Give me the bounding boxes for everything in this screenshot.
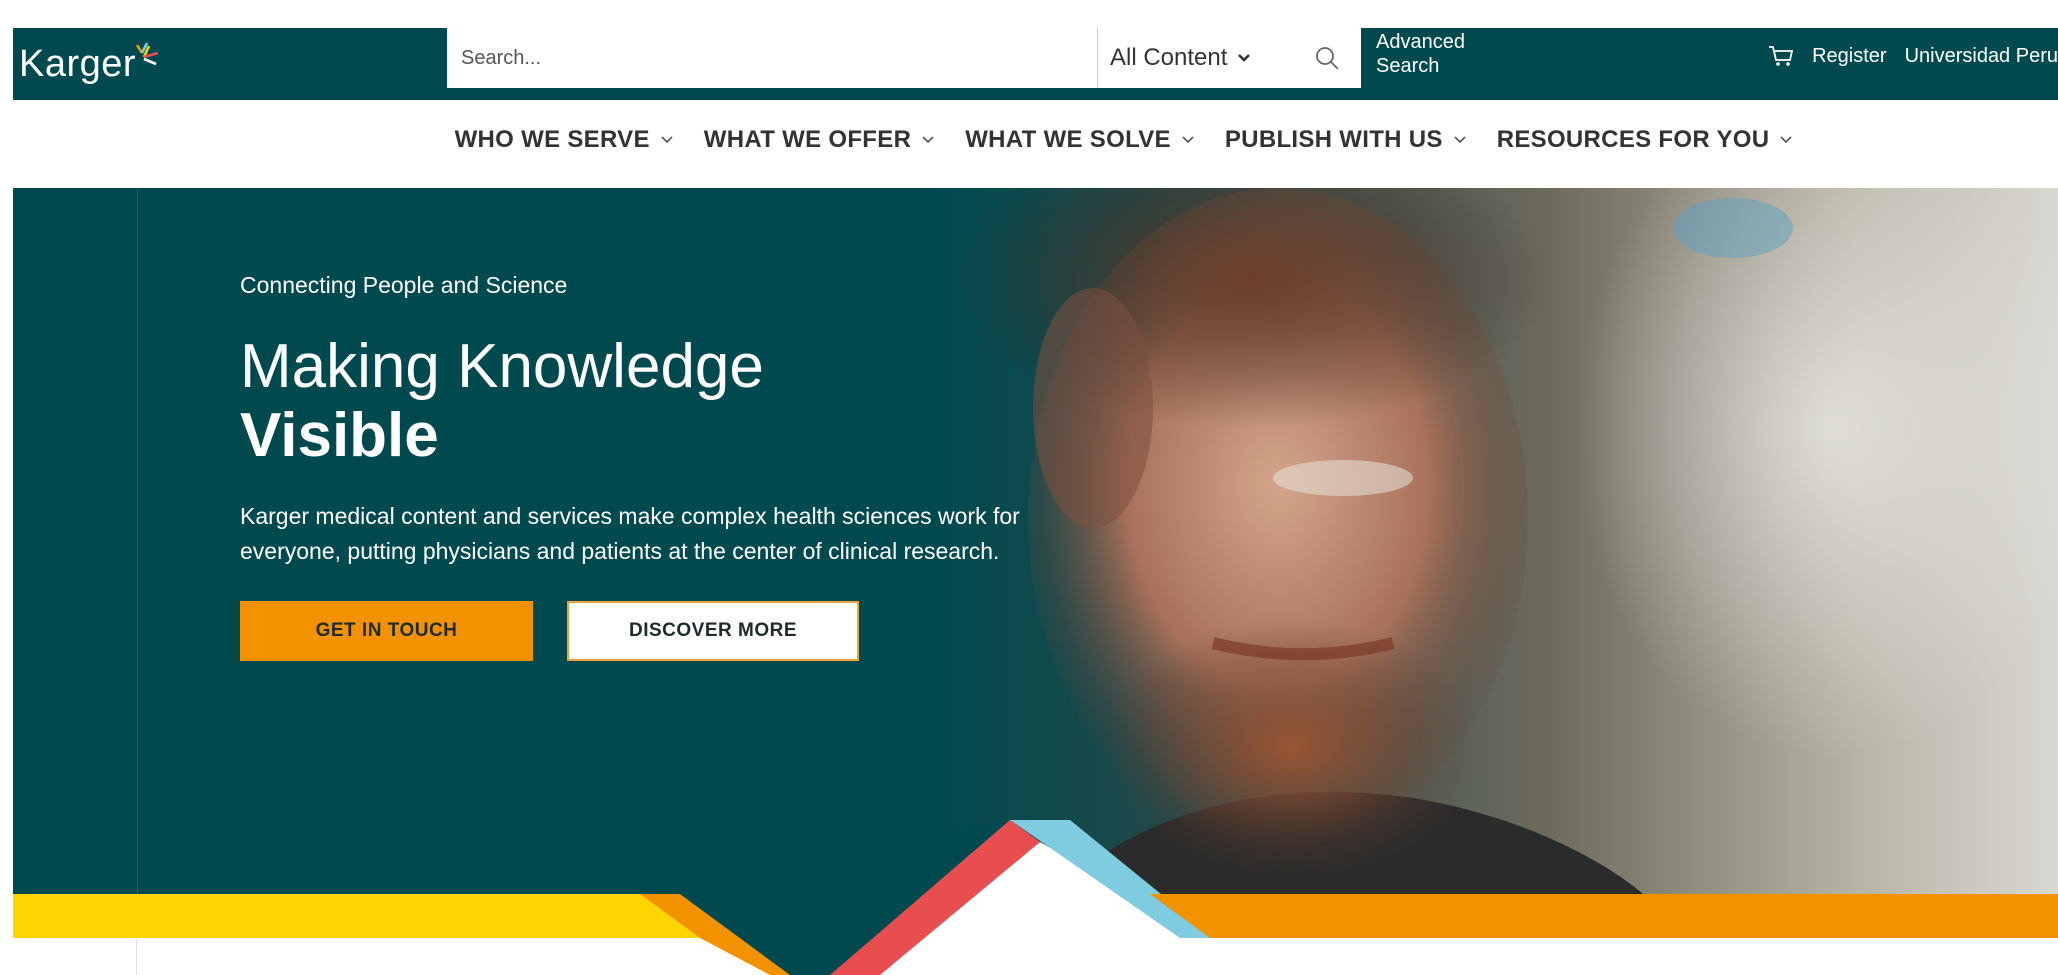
search-button[interactable] — [1293, 28, 1361, 88]
hero-eyebrow: Connecting People and Science — [240, 272, 568, 298]
white-band — [13, 938, 860, 975]
nav-what-we-offer[interactable]: WHAT WE OFFER — [704, 126, 935, 154]
chevron-down-icon — [1454, 136, 1466, 144]
hero-headline-strong: Visible — [240, 401, 439, 470]
nav-label: RESOURCES FOR YOU — [1496, 126, 1770, 153]
search-input[interactable] — [447, 28, 1097, 88]
hero-divider — [137, 188, 138, 894]
orange-wedge — [640, 894, 790, 975]
karger-logo[interactable]: Karger — [19, 42, 160, 85]
nav-publish-with-us[interactable]: PUBLISH WITH US — [1225, 126, 1467, 154]
orange-stripe — [1150, 894, 2058, 938]
nav-who-we-serve[interactable]: WHO WE SERVE — [455, 126, 674, 154]
hero-lead: Karger medical content and services make… — [240, 503, 1020, 564]
karger-logo-mark-icon — [135, 42, 159, 66]
chevron-down-icon — [661, 136, 673, 144]
nav-what-we-solve[interactable]: WHAT WE SOLVE — [965, 126, 1195, 154]
search-scope-label: All Content — [1110, 44, 1228, 71]
header-actions: Register Universidad Peru — [1768, 44, 2058, 68]
chevron-down-icon — [922, 136, 934, 144]
search-scope-select[interactable]: All Content — [1097, 28, 1293, 88]
nav-label: WHO WE SERVE — [454, 126, 650, 153]
hero-headline: Making Knowledge — [240, 332, 764, 401]
left-divider-line — [136, 938, 137, 975]
nav-resources-for-you[interactable]: RESOURCES FOR YOU — [1497, 126, 1794, 154]
yellow-stripe — [13, 894, 700, 938]
bottom-white-right — [1210, 938, 2058, 975]
hero-banner: Connecting People and Science Making Kno… — [13, 188, 2058, 894]
search-icon — [1316, 47, 1339, 70]
get-in-touch-button[interactable]: GET IN TOUCH — [240, 601, 533, 661]
nav-label: WHAT WE OFFER — [703, 126, 912, 153]
cart-icon[interactable] — [1768, 44, 1794, 68]
logo-text: Karger — [19, 43, 137, 85]
advanced-search-link[interactable]: Advanced Search — [1376, 30, 1496, 78]
top-header: Karger All Content Advanced Search — [13, 28, 2058, 100]
main-navigation: WHO WE SERVE WHAT WE OFFER WHAT WE SOLVE… — [0, 126, 2058, 154]
discover-more-button[interactable]: DISCOVER MORE — [567, 601, 859, 661]
nav-label: WHAT WE SOLVE — [965, 126, 1171, 153]
register-link[interactable]: Register — [1812, 45, 1886, 68]
hero-cta-row: GET IN TOUCH DISCOVER MORE — [240, 601, 1060, 661]
nav-label: PUBLISH WITH US — [1224, 126, 1443, 153]
institution-link[interactable]: Universidad Peru — [1905, 45, 2058, 68]
chevron-down-icon — [1238, 54, 1251, 62]
hero-content: Connecting People and Science Making Kno… — [240, 272, 1060, 661]
search-bar: All Content — [447, 28, 1361, 88]
chevron-down-icon — [1182, 136, 1194, 144]
chevron-down-icon — [1780, 136, 1792, 144]
